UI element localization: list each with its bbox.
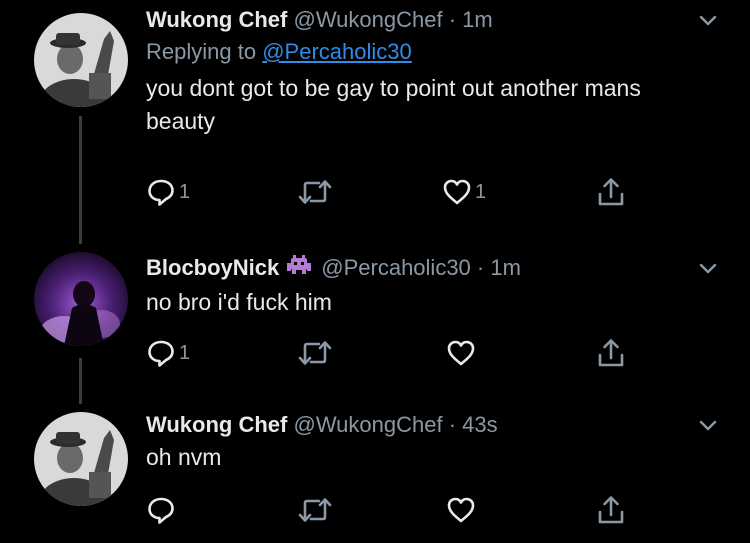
like-button[interactable]: 1 xyxy=(442,175,486,209)
user-handle[interactable]: @Percaholic30 xyxy=(321,255,471,280)
chevron-down-icon[interactable] xyxy=(698,262,718,276)
tweet-text: oh nvm xyxy=(146,444,222,470)
replying-to-label: Replying to xyxy=(146,39,257,64)
retweet-button[interactable] xyxy=(297,336,333,370)
timestamp[interactable]: · 1m xyxy=(477,255,521,280)
retweet-icon xyxy=(298,180,332,204)
avatar[interactable] xyxy=(34,252,128,346)
tweet-text: you dont got to be gay to point out anot… xyxy=(146,75,641,134)
avatar[interactable] xyxy=(34,13,128,107)
timestamp[interactable]: · 43s xyxy=(449,412,498,437)
like-button[interactable] xyxy=(446,493,476,527)
tweet-header: Wukong Chef @WukongChef · 43s xyxy=(146,411,710,439)
avatar-image xyxy=(34,412,128,506)
share-button[interactable] xyxy=(596,493,626,527)
tweet-header: BlocboyNick @Percaholic30 · 1m xyxy=(146,254,710,284)
retweet-icon xyxy=(298,498,332,522)
retweet-button[interactable] xyxy=(297,493,333,527)
tweet-text: no bro i'd fuck him xyxy=(146,288,332,315)
reply-button[interactable] xyxy=(146,493,176,527)
reply-button[interactable]: 1 xyxy=(146,175,190,209)
reply-icon xyxy=(148,497,174,524)
thread-connector-line xyxy=(79,358,82,404)
replying-to: Replying to @Percaholic30 xyxy=(146,38,710,66)
reply-count: 1 xyxy=(179,341,191,364)
timestamp[interactable]: · 1m xyxy=(449,7,493,32)
reply-icon xyxy=(148,179,174,206)
thread-connector-line xyxy=(79,116,82,244)
like-icon xyxy=(447,497,475,523)
share-icon xyxy=(598,339,624,367)
display-name[interactable]: Wukong Chef xyxy=(146,7,287,32)
chevron-down-icon[interactable] xyxy=(698,419,718,433)
like-button[interactable] xyxy=(446,336,476,370)
reply-button[interactable]: 1 xyxy=(146,336,190,370)
display-name[interactable]: BlocboyNick xyxy=(146,255,279,280)
share-button[interactable] xyxy=(596,175,626,209)
reply-mention-link[interactable]: @Percaholic30 xyxy=(262,39,412,64)
like-icon xyxy=(443,179,471,205)
like-icon xyxy=(447,340,475,366)
display-name[interactable]: Wukong Chef xyxy=(146,412,287,437)
share-icon xyxy=(598,496,624,524)
chevron-down-icon[interactable] xyxy=(698,14,718,28)
avatar[interactable] xyxy=(34,412,128,506)
avatar-image xyxy=(34,252,128,346)
like-count: 1 xyxy=(475,180,487,203)
reply-icon xyxy=(148,340,174,367)
avatar-image xyxy=(34,13,128,107)
retweet-icon xyxy=(298,341,332,365)
user-handle[interactable]: @WukongChef xyxy=(293,412,442,437)
retweet-button[interactable] xyxy=(297,175,333,209)
tweet-header: Wukong Chef @WukongChef · 1m xyxy=(146,6,710,34)
reply-count: 1 xyxy=(179,180,191,203)
user-handle[interactable]: @WukongChef xyxy=(293,7,442,32)
share-button[interactable] xyxy=(596,336,626,370)
share-icon xyxy=(598,178,624,206)
alien-invader-emoji-icon xyxy=(285,254,313,284)
